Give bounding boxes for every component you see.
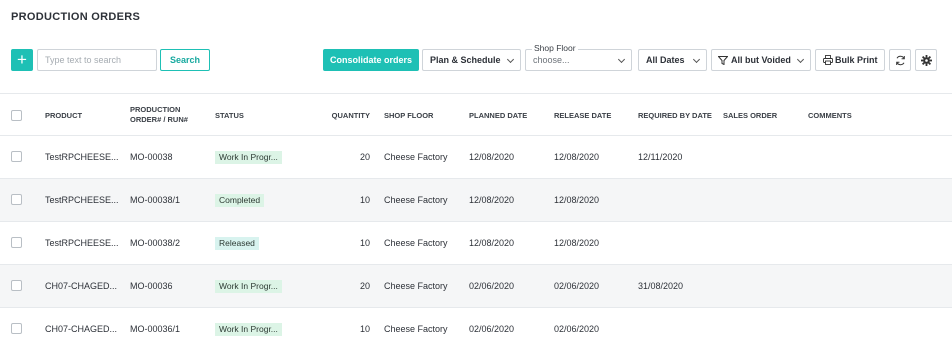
cell-quantity: 10 <box>359 238 370 248</box>
bulk-print-label: Bulk Print <box>835 55 878 65</box>
search-input[interactable] <box>37 49 157 71</box>
cell-status: Work In Progr... <box>215 323 282 336</box>
table-row[interactable]: CH07-CHAGED... MO-00036/1 Work In Progr.… <box>0 308 952 350</box>
status-filter-label: All but Voided <box>731 55 791 65</box>
cell-shop-floor: Cheese Factory <box>384 324 448 334</box>
header-order-line2: ORDER# / RUN# <box>130 115 188 124</box>
chevron-down-icon <box>506 55 515 64</box>
search-button[interactable]: Search <box>160 49 210 71</box>
printer-icon <box>823 55 833 65</box>
cell-shop-floor: Cheese Factory <box>384 281 448 291</box>
header-order[interactable]: PRODUCTION ORDER# / RUN# <box>130 105 188 125</box>
cell-status: Completed <box>215 194 265 207</box>
plan-schedule-label: Plan & Schedule <box>430 55 501 65</box>
cell-order: MO-00038/1 <box>130 195 181 205</box>
status-badge: Work In Progr... <box>215 151 282 164</box>
header-product[interactable]: PRODUCT <box>45 111 82 121</box>
status-filter-dropdown[interactable]: All but Voided <box>711 49 811 71</box>
cell-product: CH07-CHAGED... <box>45 324 118 334</box>
cell-product: CH07-CHAGED... <box>45 281 118 291</box>
cell-status: Work In Progr... <box>215 151 282 164</box>
cell-quantity: 10 <box>359 195 370 205</box>
select-all-checkbox[interactable] <box>11 110 22 121</box>
header-quantity[interactable]: QUANTITY <box>320 111 370 121</box>
header-order-line1: PRODUCTION <box>130 105 181 114</box>
table-row[interactable]: TestRPCHEESE... MO-00038 Work In Progr..… <box>0 136 952 179</box>
bulk-print-button[interactable]: Bulk Print <box>815 49 885 71</box>
dates-dropdown[interactable]: All Dates <box>638 49 707 71</box>
chevron-down-icon <box>617 55 626 64</box>
shop-floor-value: choose... <box>533 55 570 65</box>
status-badge: Released <box>215 237 259 250</box>
refresh-button[interactable] <box>889 49 911 71</box>
cell-release-date: 02/06/2020 <box>554 324 600 334</box>
gear-icon <box>921 55 932 66</box>
cell-required-by-date: 12/11/2020 <box>638 152 683 162</box>
header-sales-order[interactable]: SALES ORDER <box>723 111 777 121</box>
row-checkbox[interactable] <box>11 323 22 334</box>
cell-planned-date: 12/08/2020 <box>469 195 515 205</box>
status-badge: Work In Progr... <box>215 323 282 336</box>
cell-quantity: 20 <box>359 152 370 162</box>
shop-floor-legend: Shop Floor <box>532 43 578 54</box>
cell-product: TestRPCHEESE... <box>45 195 119 205</box>
header-comments[interactable]: COMMENTS <box>808 111 852 121</box>
cell-status: Released <box>215 237 259 250</box>
row-checkbox[interactable] <box>11 151 22 162</box>
header-planned-date[interactable]: PLANNED DATE <box>469 111 527 121</box>
cell-order: MO-00038/2 <box>130 238 181 248</box>
table-row[interactable]: TestRPCHEESE... MO-00038/2 Released 10 C… <box>0 222 952 265</box>
cell-quantity: 20 <box>359 281 370 291</box>
production-orders-table: PRODUCT PRODUCTION ORDER# / RUN# STATUS … <box>0 93 952 350</box>
plan-schedule-dropdown[interactable]: Plan & Schedule <box>422 49 521 71</box>
cell-shop-floor: Cheese Factory <box>384 195 448 205</box>
consolidate-orders-button[interactable]: Consolidate orders <box>323 49 419 71</box>
header-release-date[interactable]: RELEASE DATE <box>554 111 611 121</box>
cell-status: Work In Progr... <box>215 280 282 293</box>
row-checkbox[interactable] <box>11 194 22 205</box>
cell-product: TestRPCHEESE... <box>45 238 119 248</box>
plus-icon: + <box>17 50 27 69</box>
row-checkbox[interactable] <box>11 237 22 248</box>
cell-shop-floor: Cheese Factory <box>384 152 448 162</box>
settings-button[interactable] <box>915 49 937 71</box>
header-shop-floor[interactable]: SHOP FLOOR <box>384 111 433 121</box>
table-row[interactable]: TestRPCHEESE... MO-00038/1 Completed 10 … <box>0 179 952 222</box>
cell-quantity: 10 <box>359 324 370 334</box>
filter-icon <box>718 56 728 65</box>
header-status[interactable]: STATUS <box>215 111 244 121</box>
status-badge: Work In Progr... <box>215 280 282 293</box>
page-title: PRODUCTION ORDERS <box>11 11 141 23</box>
dates-label: All Dates <box>646 55 685 65</box>
toolbar: + Search Consolidate orders Plan & Sched… <box>11 43 941 72</box>
cell-planned-date: 12/08/2020 <box>469 152 515 162</box>
cell-release-date: 12/08/2020 <box>554 195 600 205</box>
cell-order: MO-00036 <box>130 281 173 291</box>
chevron-down-icon <box>796 55 805 64</box>
cell-order: MO-00038 <box>130 152 173 162</box>
cell-planned-date: 12/08/2020 <box>469 238 515 248</box>
shop-floor-select[interactable]: Shop Floor choose... <box>525 43 632 71</box>
cell-planned-date: 02/06/2020 <box>469 281 515 291</box>
cell-release-date: 02/06/2020 <box>554 281 600 291</box>
cell-planned-date: 02/06/2020 <box>469 324 515 334</box>
cell-product: TestRPCHEESE... <box>45 152 119 162</box>
cell-required-by-date: 31/08/2020 <box>638 281 684 291</box>
cell-order: MO-00036/1 <box>130 324 181 334</box>
cell-release-date: 12/08/2020 <box>554 238 600 248</box>
refresh-icon <box>896 55 905 66</box>
chevron-down-icon <box>692 55 701 64</box>
row-checkbox[interactable] <box>11 280 22 291</box>
table-header: PRODUCT PRODUCTION ORDER# / RUN# STATUS … <box>0 93 952 136</box>
cell-shop-floor: Cheese Factory <box>384 238 448 248</box>
add-order-button[interactable]: + <box>11 49 33 71</box>
table-row[interactable]: CH07-CHAGED... MO-00036 Work In Progr...… <box>0 265 952 308</box>
status-badge: Completed <box>215 194 265 207</box>
header-required-by-date[interactable]: REQUIRED BY DATE <box>638 111 712 121</box>
cell-release-date: 12/08/2020 <box>554 152 600 162</box>
